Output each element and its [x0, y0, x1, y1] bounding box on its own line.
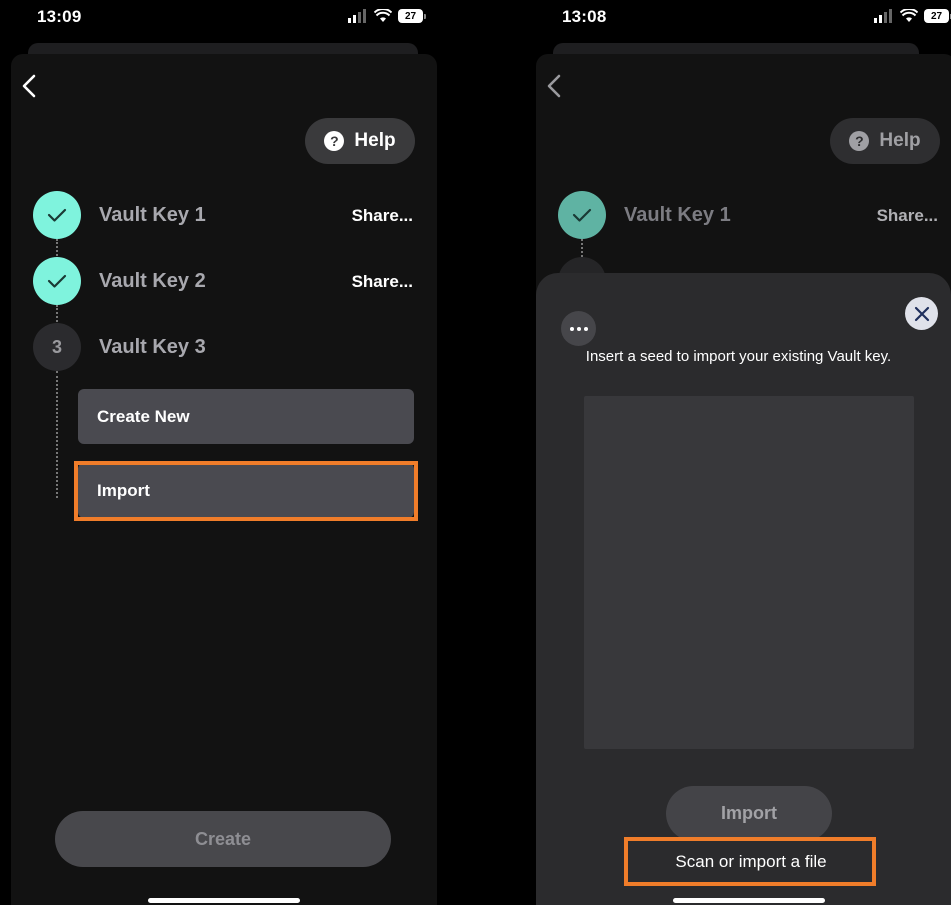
step-1-share-link[interactable]: Share... [877, 206, 938, 226]
create-button[interactable]: Create [55, 811, 391, 867]
status-time: 13:09 [37, 7, 82, 26]
import-option-label: Import [97, 480, 150, 500]
help-button[interactable]: ? Help [305, 118, 415, 164]
back-chevron-icon [22, 74, 36, 98]
help-icon: ? [324, 131, 345, 151]
status-bar: 13:08 27 [525, 0, 951, 36]
close-icon [914, 306, 929, 321]
scan-or-import-file-button[interactable]: Scan or import a file [626, 841, 876, 883]
help-label: Help [354, 130, 396, 151]
checkmark-icon [47, 274, 67, 288]
create-new-button[interactable]: Create New [78, 389, 414, 444]
home-indicator [148, 898, 300, 903]
help-label: Help [879, 130, 921, 151]
step-1-share-link[interactable]: Share... [352, 206, 413, 226]
modal-description: Insert a seed to import your existing Va… [585, 348, 892, 365]
status-icons: 27 [348, 9, 426, 23]
step-2-complete-indicator [33, 257, 81, 305]
back-chevron-icon [547, 74, 561, 98]
checkmark-icon [572, 208, 592, 222]
step-1-complete-indicator [558, 191, 606, 239]
step-1-name: Vault Key 1 [624, 204, 731, 226]
battery-level: 27 [398, 9, 423, 23]
signal-icon [874, 9, 892, 23]
status-bar: 13:09 27 [0, 0, 440, 36]
checkmark-icon [47, 208, 67, 222]
seed-input[interactable] [584, 396, 914, 749]
create-new-label: Create New [97, 406, 190, 426]
home-indicator [673, 898, 825, 903]
back-button[interactable] [16, 73, 42, 99]
battery-icon: 27 [924, 9, 951, 23]
step-1-complete-indicator [33, 191, 81, 239]
step-3-number: 3 [51, 336, 62, 357]
step-2-share-link[interactable]: Share... [352, 272, 413, 292]
status-time: 13:08 [562, 7, 607, 26]
step-1-name: Vault Key 1 [99, 204, 206, 226]
battery-level: 27 [924, 9, 949, 23]
battery-icon: 27 [398, 9, 426, 23]
phone-screen-import-seed: 13:08 27 ? Help Vault Key 1 Share... Ins… [525, 0, 951, 905]
import-label: Import [721, 803, 777, 823]
phone-screen-vault-keys: 13:09 27 ? Help Vault Key 1 Share... Vau… [0, 0, 440, 905]
step-2-name: Vault Key 2 [99, 270, 206, 292]
back-button[interactable] [541, 73, 567, 99]
wifi-icon [374, 9, 392, 22]
create-label: Create [194, 828, 252, 849]
help-button[interactable]: ? Help [830, 118, 940, 164]
more-options-button[interactable] [561, 311, 596, 346]
step-connector [56, 371, 58, 498]
close-button[interactable] [905, 297, 938, 330]
import-button[interactable]: Import [666, 786, 832, 841]
step-connector [56, 239, 58, 259]
wifi-icon [900, 9, 918, 22]
step-3-pending-indicator: 3 [33, 323, 81, 371]
status-icons: 27 [874, 9, 951, 23]
step-3-name: Vault Key 3 [99, 336, 206, 358]
step-connector [56, 305, 58, 325]
scan-label: Scan or import a file [675, 852, 827, 871]
import-option-button[interactable]: Import [78, 463, 414, 518]
import-seed-modal: Insert a seed to import your existing Va… [536, 273, 951, 905]
more-icon [569, 326, 574, 331]
signal-icon [348, 9, 366, 23]
help-icon: ? [849, 131, 870, 151]
